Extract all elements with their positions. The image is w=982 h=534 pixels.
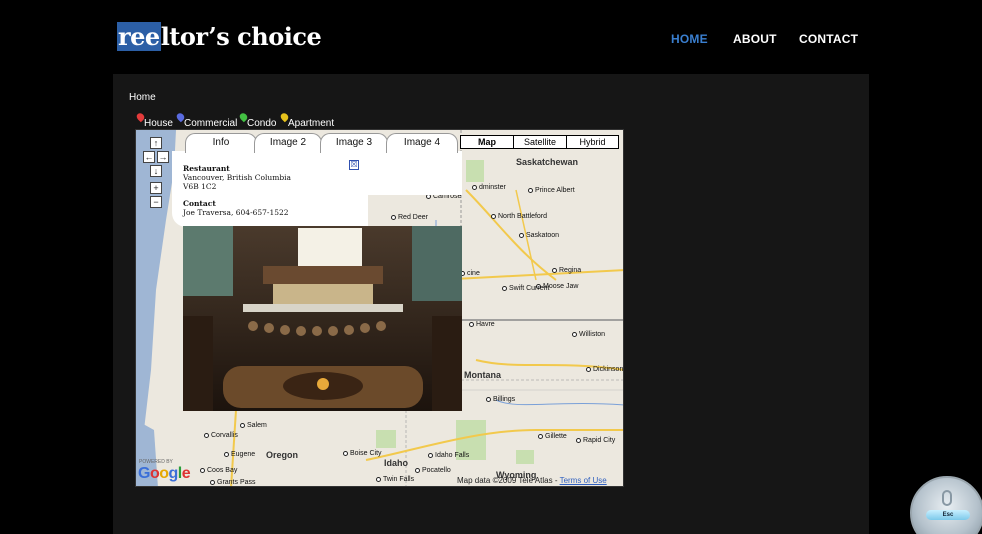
city-label: Saskatoon xyxy=(519,232,559,239)
attribution-text: Map data ©2009 Tele Atlas - xyxy=(457,476,560,485)
city-label: dminster xyxy=(472,184,506,191)
legend-label: House xyxy=(144,118,173,129)
tab-image-3[interactable]: Image 3 xyxy=(320,133,388,153)
city-label: Pocatello xyxy=(415,467,451,474)
tab-image-2[interactable]: Image 2 xyxy=(254,133,322,153)
city-label: Eugene xyxy=(224,451,255,458)
map-type-satellite-button[interactable]: Satellite xyxy=(513,135,567,149)
info-title: Restaurant xyxy=(183,164,230,173)
city-label: cine xyxy=(460,270,480,277)
info-window-extension xyxy=(368,151,462,195)
city-label: Idaho Falls xyxy=(428,452,469,459)
city-label: North Battleford xyxy=(491,213,547,220)
pan-right-icon[interactable]: → xyxy=(157,151,169,163)
microphone-icon xyxy=(942,490,952,506)
info-contact-label: Contact xyxy=(183,199,216,208)
region-label: Oregon xyxy=(266,450,299,460)
info-address-line2: V6B 1C2 xyxy=(183,182,217,191)
region-label: Saskatchewan xyxy=(516,157,579,167)
map-type-hybrid-button[interactable]: Hybrid xyxy=(566,135,619,149)
map-attribution: Map data ©2009 Tele Atlas - Terms of Use xyxy=(457,476,607,485)
city-label: Billings xyxy=(486,396,515,403)
city-label: Boise City xyxy=(343,450,382,457)
esc-widget[interactable]: Esc xyxy=(910,476,982,534)
region-label: Montana xyxy=(464,370,501,380)
legend-label: Condo xyxy=(247,118,277,129)
city-label: Dickinson xyxy=(586,366,623,373)
city-label: Gillette xyxy=(538,433,567,440)
esc-label: Esc xyxy=(926,510,970,520)
zoom-out-icon[interactable]: − xyxy=(150,196,162,208)
city-label: Swift Current xyxy=(502,285,549,292)
region-label: Idaho xyxy=(384,458,408,468)
info-contact-value: Joe Traversa, 604-657-1522 xyxy=(183,208,289,217)
pan-down-icon[interactable]: ↓ xyxy=(150,165,162,177)
city-label: Prince Albert xyxy=(528,187,575,194)
info-address-line1: Vancouver, British Columbia xyxy=(183,173,292,182)
logo-text: ltor’s choice xyxy=(160,22,322,51)
zoom-in-icon[interactable]: + xyxy=(150,182,162,194)
nav-about[interactable]: ABOUT xyxy=(733,32,777,46)
nav-home[interactable]: HOME xyxy=(671,32,708,46)
nav-contact[interactable]: CONTACT xyxy=(799,32,858,46)
city-label: Havre xyxy=(469,321,495,328)
city-label: Corvallis xyxy=(204,432,238,439)
tab-info[interactable]: Info xyxy=(185,133,257,153)
restaurant-photo xyxy=(183,226,462,411)
terms-of-use-link[interactable]: Terms of Use xyxy=(560,476,607,485)
map-type-map-button[interactable]: Map xyxy=(460,135,514,149)
pan-up-icon[interactable]: ↑ xyxy=(150,137,162,149)
logo[interactable]: reeltor’s choice xyxy=(117,22,322,51)
city-label: Grants Pass xyxy=(210,479,256,486)
restaurant-image xyxy=(183,226,462,411)
city-label: Salem xyxy=(240,422,267,429)
city-label: Rapid City xyxy=(576,437,615,444)
city-label: Regina xyxy=(552,267,581,274)
close-icon[interactable]: ☒ xyxy=(349,160,359,170)
city-label: Twin Falls xyxy=(376,476,414,483)
pan-left-icon[interactable]: ← xyxy=(143,151,155,163)
logo-highlight: ree xyxy=(117,22,161,51)
legend-label: Apartment xyxy=(288,118,335,129)
legend-label: Commercial xyxy=(184,118,238,129)
google-logo[interactable]: Google xyxy=(138,465,191,483)
city-label: Coos Bay xyxy=(200,467,237,474)
city-label: Williston xyxy=(572,331,605,338)
tab-image-4[interactable]: Image 4 xyxy=(386,133,458,153)
breadcrumb[interactable]: Home xyxy=(129,92,156,103)
city-label: Red Deer xyxy=(391,214,428,221)
